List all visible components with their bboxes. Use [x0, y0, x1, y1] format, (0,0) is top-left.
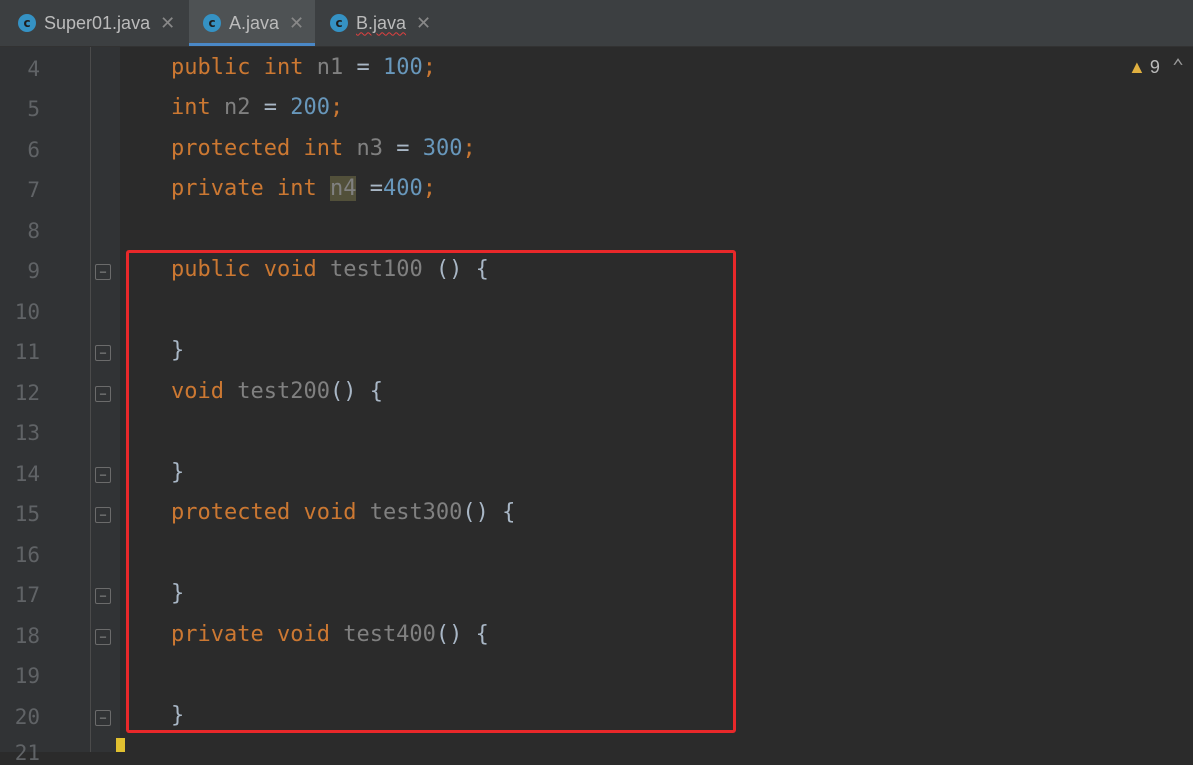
close-icon[interactable]: ✕ — [416, 13, 431, 34]
inspection-warning-indicator[interactable]: ▲ 9 — [1128, 57, 1160, 78]
class-c-icon: c — [330, 14, 348, 32]
field-name-highlighted: n4 — [329, 176, 357, 201]
operator: = — [382, 136, 423, 161]
field-name: n2 — [224, 95, 251, 120]
line-number: 13 — [14, 421, 40, 445]
active-tab-indicator — [189, 43, 315, 46]
tab-label: B.java — [356, 12, 407, 33]
line-number: 6 — [27, 138, 40, 162]
highlight-box — [126, 250, 736, 733]
line-number: 9 — [27, 259, 40, 283]
keyword: int — [263, 55, 304, 80]
close-icon[interactable]: ✕ — [289, 13, 304, 34]
keyword: protected — [171, 136, 291, 161]
line-number: 15 — [14, 502, 40, 526]
code-line-5[interactable]: int n2 = 200; — [171, 95, 343, 120]
operator: = — [343, 55, 383, 80]
number-literal: 200 — [290, 95, 330, 120]
keyword: int — [171, 95, 211, 120]
line-number: 21 — [14, 741, 40, 765]
line-number: 4 — [27, 57, 40, 81]
code-line-6[interactable]: protected int n3 = 300; — [171, 136, 476, 161]
semicolon: ; — [422, 176, 436, 201]
gutter-divider — [90, 47, 91, 752]
class-c-icon: c — [18, 14, 36, 32]
tab-label: A.java — [229, 12, 280, 33]
semicolon: ; — [462, 136, 476, 161]
line-number: 8 — [27, 219, 40, 243]
tab-super01[interactable]: c Super01.java ✕ — [0, 0, 188, 46]
warning-icon: ▲ — [1128, 57, 1146, 77]
tab-b-java[interactable]: c B.java ✕ — [316, 0, 446, 46]
line-number: 12 — [14, 381, 40, 405]
editor-tab-bar: c Super01.java ✕ c A.java ✕ c B.java ✕ — [0, 0, 1193, 47]
number-literal: 100 — [382, 55, 423, 80]
semicolon: ; — [330, 95, 344, 120]
semicolon: ; — [422, 55, 436, 80]
line-number: 5 — [27, 97, 40, 121]
field-name: n3 — [356, 136, 383, 161]
close-icon[interactable]: ✕ — [160, 13, 175, 34]
line-number: 10 — [14, 300, 40, 324]
line-number: 16 — [14, 543, 40, 567]
code-line-4[interactable]: public int n1 = 100; — [171, 55, 436, 80]
line-number: 17 — [14, 583, 40, 607]
line-number: 11 — [14, 340, 40, 364]
fold-end-icon[interactable]: − — [95, 588, 111, 604]
number-literal: 400 — [382, 176, 423, 201]
warning-count: 9 — [1149, 57, 1160, 77]
tab-label: Super01.java — [44, 12, 151, 33]
fold-collapse-icon[interactable]: − — [95, 264, 111, 280]
keyword: public — [171, 55, 251, 80]
line-number: 14 — [14, 462, 40, 486]
number-literal: 300 — [422, 136, 463, 161]
chevron-up-icon[interactable]: ⌃ — [1172, 54, 1184, 78]
class-c-icon: c — [203, 14, 221, 32]
fold-collapse-icon[interactable]: − — [95, 386, 111, 402]
keyword: int — [303, 136, 344, 161]
tab-a-java[interactable]: c A.java ✕ — [189, 0, 315, 46]
line-number: 20 — [14, 705, 40, 729]
operator: = — [356, 176, 383, 201]
fold-end-icon[interactable]: − — [95, 710, 111, 726]
line-number: 18 — [14, 624, 40, 648]
line-number: 7 — [27, 178, 40, 202]
fold-end-icon[interactable]: − — [95, 345, 111, 361]
keyword: private — [171, 176, 264, 201]
fold-collapse-icon[interactable]: − — [95, 507, 111, 523]
line-number: 19 — [14, 664, 40, 688]
bookmark-marker — [116, 738, 125, 752]
fold-end-icon[interactable]: − — [95, 467, 111, 483]
operator: = — [250, 95, 291, 120]
keyword: int — [276, 176, 317, 201]
code-line-7[interactable]: private int n4 =400; — [171, 176, 436, 201]
field-name: n1 — [316, 55, 344, 80]
fold-collapse-icon[interactable]: − — [95, 629, 111, 645]
